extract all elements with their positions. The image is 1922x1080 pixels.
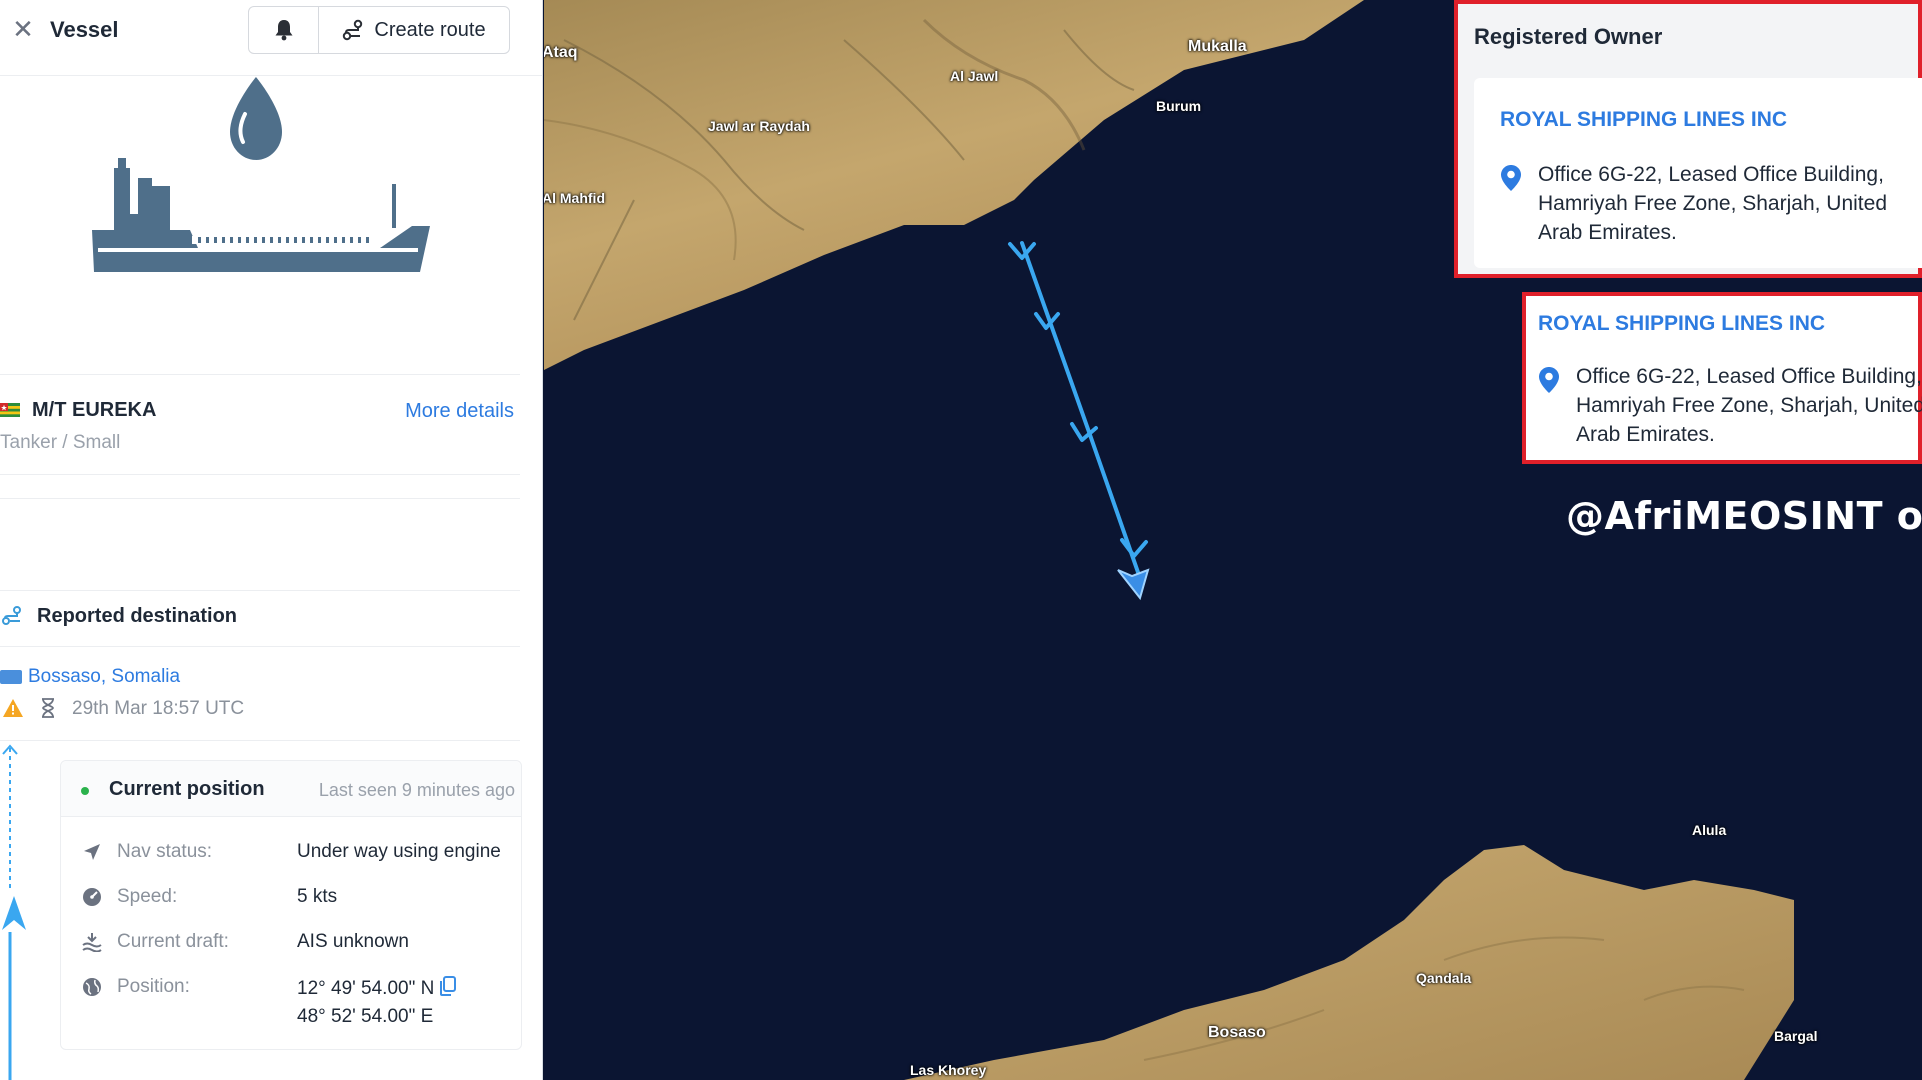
divider <box>0 590 520 591</box>
action-button-group: Create route <box>248 6 510 54</box>
registered-owner-panel: Registered Owner ROYAL SHIPPING LINES IN… <box>1454 0 1922 278</box>
position-row: Position: 12° 49' 54.00" N 48° 52' 54.00… <box>61 968 521 1038</box>
place-ataq: Ataq <box>544 44 578 61</box>
vessel-summary: M/T EUREKA Tanker / Small More details <box>0 392 520 472</box>
destination-route-icon <box>2 606 21 625</box>
draft-icon <box>81 931 103 953</box>
create-route-label: Create route <box>374 18 486 41</box>
voyage-timeline <box>2 744 26 1080</box>
place-burum: Burum <box>1156 98 1202 114</box>
latitude-value: 12° 49' 54.00" N <box>297 978 435 999</box>
nav-status-label: Nav status: <box>117 841 213 862</box>
more-details-link[interactable]: More details <box>405 400 514 423</box>
place-bargal: Bargal <box>1774 1028 1818 1044</box>
place-las-khorey: Las Khorey <box>910 1062 987 1078</box>
watermark-text: @AfriMEOSINT on X <box>1566 494 1922 538</box>
create-route-button[interactable]: Create route <box>319 7 509 53</box>
owner-card-zoom: ROYAL SHIPPING LINES INC Office 6G-22, L… <box>1522 292 1922 464</box>
nav-status-row: Nav status: Under way using engine <box>61 833 521 869</box>
port-icon <box>0 670 22 684</box>
registered-owner-heading: Registered Owner <box>1474 24 1663 49</box>
location-pin-icon <box>1501 165 1521 191</box>
eta-row: 29th Mar 18:57 UTC <box>0 694 520 722</box>
current-position-title: Current position <box>109 778 265 800</box>
draft-value: AIS unknown <box>297 931 409 952</box>
destination-port-row: Bossaso, Somalia <box>0 664 520 692</box>
panel-title: Vessel <box>50 17 119 42</box>
navigation-arrow-icon <box>81 841 103 863</box>
copy-icon[interactable] <box>440 976 457 996</box>
notification-button[interactable] <box>249 7 319 53</box>
location-pin-icon <box>1539 367 1559 393</box>
position-latitude: 12° 49' 54.00" N <box>297 976 457 1000</box>
place-qandala: Qandala <box>1416 970 1472 986</box>
nav-status-value: Under way using engine <box>297 841 501 862</box>
speed-value: 5 kts <box>297 886 338 907</box>
place-al-jawl: Al Jawl <box>950 68 999 84</box>
current-position-header: Current position Last seen 9 minutes ago <box>61 761 521 817</box>
current-position-card: Current position Last seen 9 minutes ago… <box>60 760 522 1050</box>
route-icon <box>343 19 363 41</box>
panel-header: ✕ Vessel Create route <box>0 0 542 76</box>
bell-icon <box>275 20 292 41</box>
vessel-type: Tanker / Small <box>0 432 121 453</box>
divider <box>0 374 520 375</box>
owner-address: Office 6G-22, Leased Office Building, Ha… <box>1538 163 1887 244</box>
globe-icon <box>81 976 103 998</box>
owner-name-link[interactable]: ROYAL SHIPPING LINES INC <box>1538 312 1825 336</box>
draft-row: Current draft: AIS unknown <box>61 923 521 959</box>
warning-icon <box>3 699 23 717</box>
vessel-name: M/T EUREKA <box>32 399 157 421</box>
speed-label: Speed: <box>117 886 178 907</box>
destination-port-link[interactable]: Bossaso, Somalia <box>28 666 180 688</box>
last-seen-text: Last seen 9 minutes ago <box>318 780 515 800</box>
place-bosaso: Bosaso <box>1208 1024 1266 1041</box>
position-label: Position: <box>117 976 190 997</box>
tanker-ship-icon <box>92 77 430 272</box>
owner-card: ROYAL SHIPPING LINES INC Office 6G-22, L… <box>1474 78 1922 268</box>
place-alula: Alula <box>1692 822 1727 838</box>
close-icon[interactable]: ✕ <box>8 14 38 44</box>
place-mukalla: Mukalla <box>1188 38 1247 55</box>
reported-destination-title: Reported destination <box>37 605 238 627</box>
vessel-panel: ✕ Vessel Create route M/T EUREKA Tanker … <box>0 0 543 1080</box>
divider <box>0 740 520 741</box>
divider <box>0 498 520 499</box>
position-longitude: 48° 52' 54.00" E <box>297 1006 434 1027</box>
reported-destination-header: Reported destination <box>0 600 520 636</box>
owner-address: Office 6G-22, Leased Office Building, Ha… <box>1576 365 1922 446</box>
place-jawl-ar-raydah: Jawl ar Raydah <box>708 118 810 134</box>
online-status-dot <box>81 787 89 795</box>
hourglass-icon <box>42 698 54 718</box>
togo-flag-icon <box>0 403 20 417</box>
draft-label: Current draft: <box>117 931 229 952</box>
divider <box>0 646 520 647</box>
speedometer-icon <box>81 886 103 908</box>
place-al-mahfid: Al Mahfid <box>544 190 605 206</box>
eta-text: 29th Mar 18:57 UTC <box>72 698 245 719</box>
speed-row: Speed: 5 kts <box>61 878 521 914</box>
divider <box>0 474 520 475</box>
owner-name-link[interactable]: ROYAL SHIPPING LINES INC <box>1500 108 1787 132</box>
